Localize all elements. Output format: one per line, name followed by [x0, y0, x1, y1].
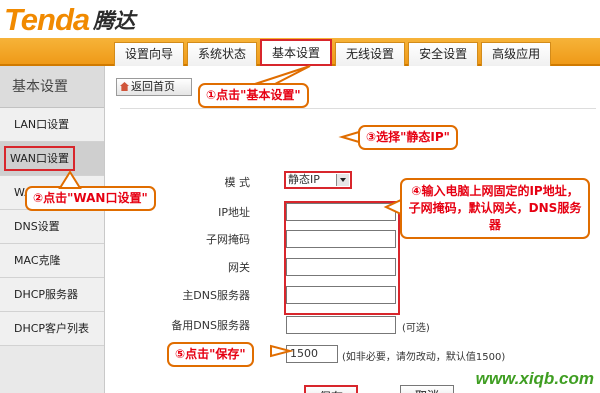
sidebar-title: 基本设置 — [0, 66, 104, 108]
chevron-down-icon — [336, 174, 349, 186]
logo-cn-text: 腾达 — [93, 9, 136, 33]
annotation-step5: ⑤点击"保存" — [167, 342, 254, 367]
sidebar-item-wan-label: WAN口设置 — [4, 146, 76, 171]
secondary-dns-hint: (可选) — [402, 323, 430, 334]
back-home-label: 返回首页 — [131, 80, 175, 93]
header: Tenda 腾达 设置向导 系统状态 基本设置 无线设置 安全设置 高级应用 — [0, 0, 600, 66]
mode-select[interactable]: 静态IP — [284, 171, 352, 189]
mtu-input[interactable]: 1500 — [286, 345, 338, 363]
secondary-dns-input[interactable] — [286, 316, 396, 334]
back-home-button[interactable]: 返回首页 — [116, 78, 192, 96]
tab-system-status[interactable]: 系统状态 — [187, 42, 258, 66]
sidebar-item-lan[interactable]: LAN口设置 — [0, 108, 104, 142]
sidebar-item-mac-clone[interactable]: MAC克隆 — [0, 244, 104, 278]
sidebar-item-dhcp-clients[interactable]: DHCP客户列表 — [0, 312, 104, 346]
annotation-step1: ①点击"基本设置" — [198, 83, 309, 108]
save-button[interactable]: 保存 — [304, 385, 358, 393]
tab-advanced[interactable]: 高级应用 — [481, 42, 552, 66]
annotation-step3: ③选择"静态IP" — [358, 125, 458, 150]
primary-dns-input[interactable] — [286, 286, 396, 304]
tab-basic-settings[interactable]: 基本设置 — [260, 39, 333, 66]
primary-dns-label: 主DNS服务器 — [182, 289, 250, 302]
tab-setup-wizard[interactable]: 设置向导 — [114, 42, 185, 66]
tenda-logo: Tenda 腾达 — [4, 2, 135, 38]
logo-text: Tenda — [4, 2, 90, 37]
sidebar: 基本设置 LAN口设置 WAN口设置 WA DNS设置 MAC克隆 DHCP服务… — [0, 66, 105, 393]
ip-address-input[interactable] — [286, 203, 396, 221]
watermark: www.xiqb.com — [475, 369, 594, 388]
home-icon — [120, 82, 129, 91]
tab-security-settings[interactable]: 安全设置 — [408, 42, 479, 66]
subnet-mask-input[interactable] — [286, 230, 396, 248]
annotation-step4: ④输入电脑上网固定的IP地址，子网掩码，默认网关，DNS服务器 — [400, 178, 590, 239]
mode-select-value: 静态IP — [288, 173, 320, 186]
secondary-dns-label: 备用DNS服务器 — [171, 319, 250, 332]
subnet-mask-label: 子网掩码 — [206, 233, 250, 246]
sidebar-item-dhcp-server[interactable]: DHCP服务器 — [0, 278, 104, 312]
gateway-input[interactable] — [286, 258, 396, 276]
tab-wireless-settings[interactable]: 无线设置 — [335, 42, 406, 66]
sidebar-item-wan[interactable]: WAN口设置 — [0, 142, 104, 176]
top-tabs: 设置向导 系统状态 基本设置 无线设置 安全设置 高级应用 — [114, 38, 554, 66]
sidebar-item-dns[interactable]: DNS设置 — [0, 210, 104, 244]
cancel-button[interactable]: 取消 — [400, 385, 454, 393]
gateway-label: 网关 — [228, 261, 250, 274]
mtu-hint: (如非必要，请勿改动，默认值1500) — [342, 352, 506, 363]
annotation-step2: ②点击"WAN口设置" — [25, 186, 156, 211]
